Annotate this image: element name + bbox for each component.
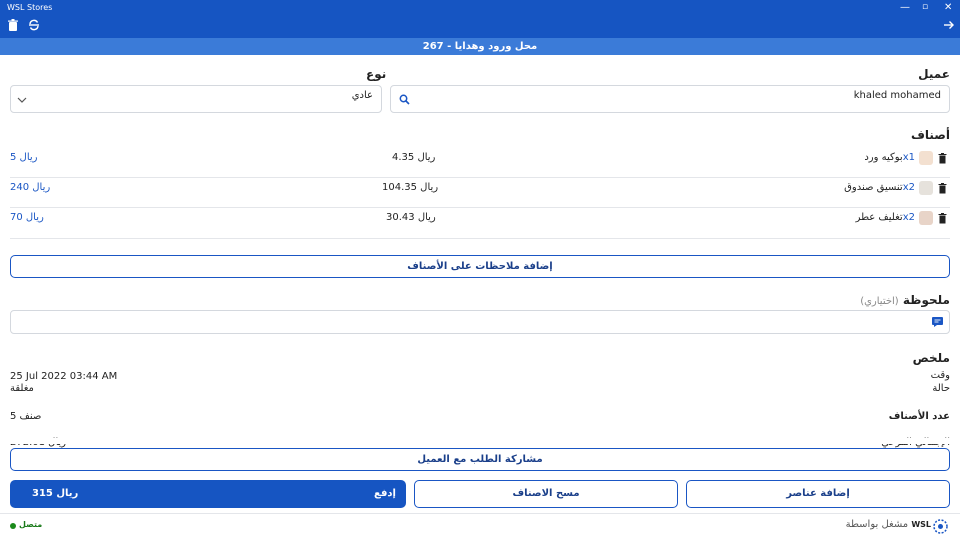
note-optional: (اختياري) [860,296,899,307]
status-value: مغلقة [10,383,34,394]
product-thumbnail [919,151,933,165]
row-divider [10,238,950,239]
item-name: بوكيه ورد [864,152,903,163]
item-unit-price: 4.35 ريال [392,152,436,163]
pay-label: إدفع [374,488,396,499]
item-label: x2تغليف عطر [856,212,915,223]
clear-items-button[interactable]: مسح الاصناف [414,480,678,508]
restore-icon[interactable]: ▫ [922,2,928,12]
app-title: WSL Stores [7,3,53,12]
row-divider [10,207,950,208]
type-select[interactable]: عادي [10,85,382,113]
add-items-button[interactable]: إضافة عناصر [686,480,950,508]
title-bar: WSL Stores — ▫ ✕ [0,0,960,38]
close-icon[interactable]: ✕ [944,2,952,13]
trash-icon[interactable] [7,19,19,31]
footer-divider [0,513,960,514]
item-qty: x1 [902,152,915,163]
customer-value: khaled mohamed [853,90,941,101]
logout-arrow-icon[interactable] [943,19,955,31]
item-unit-price: 30.43 ريال [386,212,436,223]
type-value: عادي [351,90,373,101]
customer-label: عميل [918,67,950,81]
delete-item-icon[interactable] [938,153,947,164]
minimize-icon[interactable]: — [900,2,910,13]
items-count-value: 5 صنف [10,411,42,422]
product-thumbnail [919,181,933,195]
note-label: ملحوظة (اختياري) [860,293,950,307]
powered-by: مشغل بواسطة WSL [846,519,931,530]
pay-button[interactable]: إدفع 315 ريال [10,480,406,508]
powered-by-prefix: مشغل بواسطة [845,519,909,530]
item-total: 70 ريال [10,212,44,223]
item-label: x1بوكيه ورد [864,152,915,163]
sync-icon[interactable] [28,19,40,31]
item-label: x2تنسيق صندوق [844,182,915,193]
item-name: تغليف عطر [855,212,903,223]
share-order-button[interactable]: مشاركة الطلب مع العميل [10,448,950,471]
note-icon [932,317,943,327]
add-item-notes-button[interactable]: إضافة ملاحظات على الأصناف [10,255,950,278]
type-label: نوع [366,67,387,81]
scroll-clip [0,438,960,444]
row-divider [10,177,950,178]
search-icon[interactable] [399,94,410,105]
time-value: 25 Jul 2022 03:44 AM [10,371,118,382]
product-thumbnail [919,211,933,225]
summary-heading: ملخص [912,351,950,365]
items-count-label: عدد الأصناف [888,411,950,422]
customer-field[interactable]: khaled mohamed [390,85,950,113]
time-label: وقت [930,370,950,381]
store-bar: 267 - محل ورود وهدايا [0,38,960,55]
delete-item-icon[interactable] [938,183,947,194]
item-unit-price: 104.35 ريال [382,182,439,193]
item-total: 240 ريال [10,182,51,193]
brand-name: WSL [911,520,931,529]
item-qty: x2 [902,182,915,193]
status-label: حالة [932,383,950,394]
online-dot-icon [10,523,16,529]
chevron-down-icon [17,97,27,103]
note-field[interactable] [10,310,950,334]
pay-amount: 315 ريال [32,488,79,499]
items-heading: أصناف [910,128,950,142]
item-qty: x2 [902,212,915,223]
wsl-logo-icon [933,519,948,534]
connection-status: متصل [19,520,43,529]
item-name: تنسيق صندوق [844,182,903,193]
item-total: 5 ريال [10,152,38,163]
delete-item-icon[interactable] [938,213,947,224]
note-label-text: ملحوظة [902,293,950,307]
